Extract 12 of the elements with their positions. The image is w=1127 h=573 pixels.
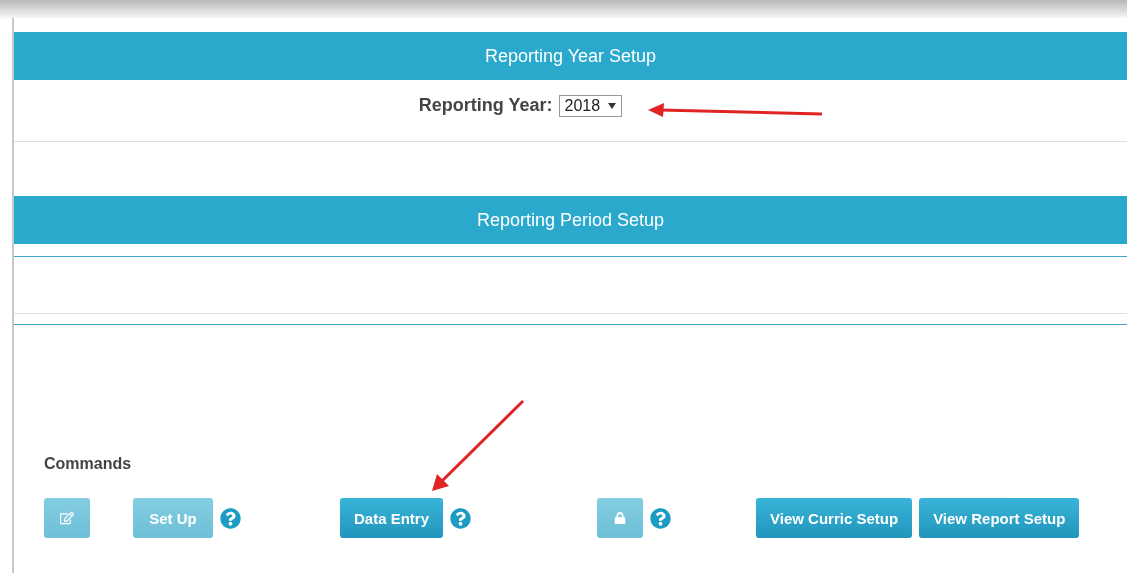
help-icon[interactable]	[450, 507, 472, 529]
section-title: Reporting Period Setup	[476, 209, 665, 231]
section-title: Reporting Year Setup	[484, 45, 657, 67]
lock-icon	[614, 512, 627, 524]
commands-heading: Commands	[44, 455, 133, 473]
edit-icon	[60, 511, 74, 525]
command-button[interactable]: View Report Setup	[919, 498, 1080, 538]
command-button[interactable]: View Curric Setup	[756, 498, 913, 538]
command-button[interactable]: Data Entry	[340, 498, 444, 538]
caret-icon	[608, 102, 617, 109]
field-label: Reporting Year:	[418, 95, 553, 116]
year-select[interactable]: 2018	[558, 94, 623, 117]
